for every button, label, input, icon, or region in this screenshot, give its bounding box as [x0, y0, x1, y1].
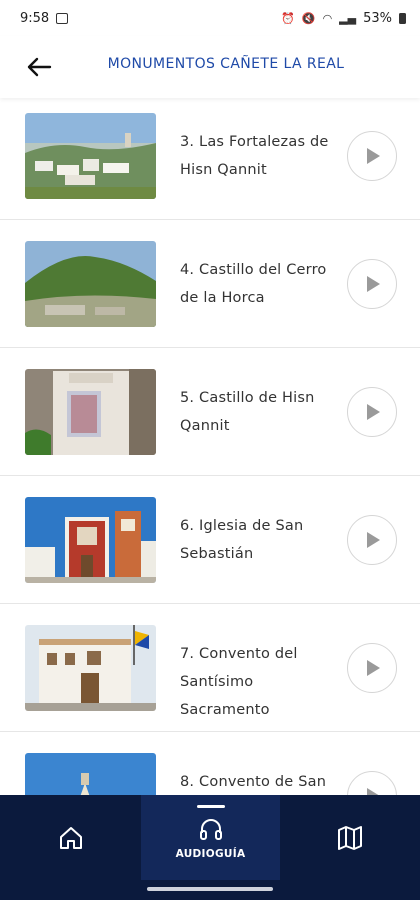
- status-bar: 9:58 ⏰ 🔇 ◠ ▂▄ 53%: [0, 0, 420, 36]
- list-item[interactable]: 4. Castillo del Cerro de la Horca: [0, 220, 420, 348]
- play-button[interactable]: [347, 515, 397, 565]
- play-icon: [367, 788, 380, 795]
- page-title: MONUMENTOS CAÑETE LA REAL: [107, 56, 345, 72]
- map-icon: [338, 825, 362, 850]
- list-item[interactable]: 5. Castillo de Hisn Qannit: [0, 348, 420, 476]
- status-left: 9:58: [20, 10, 69, 26]
- home-icon: [59, 826, 82, 849]
- monument-list[interactable]: 3. Las Fortalezas de Hisn Qannit 4. Cast…: [0, 98, 420, 795]
- monument-thumbnail: [25, 497, 156, 583]
- nav-map[interactable]: [280, 795, 420, 880]
- list-item[interactable]: 6. Iglesia de San Sebastián: [0, 476, 420, 604]
- headphones-icon: [199, 818, 222, 840]
- monument-thumbnail: [25, 369, 156, 455]
- item-title: 6. Iglesia de San Sebastián: [180, 518, 304, 562]
- gesture-area: [0, 880, 420, 900]
- mute-icon: 🔇: [301, 11, 316, 25]
- play-icon: [367, 276, 380, 292]
- play-button[interactable]: [347, 771, 397, 795]
- play-button[interactable]: [347, 131, 397, 181]
- item-title: 4. Castillo del Cerro de la Horca: [180, 262, 327, 306]
- play-icon: [367, 404, 380, 420]
- battery-icon: [399, 12, 406, 24]
- item-title: 5. Castillo de Hisn Qannit: [180, 390, 315, 434]
- nav-home[interactable]: [0, 795, 141, 880]
- play-icon: [367, 532, 380, 548]
- wifi-icon: ◠: [322, 11, 333, 25]
- list-item[interactable]: 3. Las Fortalezas de Hisn Qannit: [0, 98, 420, 220]
- monument-thumbnail: [25, 753, 156, 795]
- list-item[interactable]: 8. Convento de San: [0, 732, 420, 795]
- play-button[interactable]: [347, 643, 397, 693]
- status-time: 9:58: [20, 10, 50, 26]
- monument-thumbnail: [25, 113, 156, 199]
- item-title: 7. Convento del Santísimo Sacramento: [180, 646, 298, 718]
- battery-percent: 53%: [363, 10, 392, 26]
- monument-thumbnail: [25, 625, 156, 711]
- signal-icon: ▂▄: [339, 11, 357, 25]
- app-header: MONUMENTOS CAÑETE LA REAL: [0, 36, 420, 98]
- gesture-bar[interactable]: [147, 887, 273, 891]
- play-icon: [367, 148, 380, 164]
- alarm-icon: ⏰: [281, 11, 295, 25]
- nav-audioguia-label: AUDIOGUÍA: [175, 847, 246, 860]
- list-item[interactable]: 7. Convento del Santísimo Sacramento: [0, 604, 420, 732]
- monument-thumbnail: [25, 241, 156, 327]
- nav-audioguia[interactable]: AUDIOGUÍA: [141, 795, 280, 880]
- status-right: ⏰ 🔇 ◠ ▂▄ 53%: [281, 11, 406, 26]
- play-button[interactable]: [347, 259, 397, 309]
- gallery-notification-icon: [56, 12, 69, 24]
- bottom-nav: AUDIOGUÍA: [0, 795, 420, 880]
- active-indicator: [197, 805, 225, 808]
- item-title: 3. Las Fortalezas de Hisn Qannit: [180, 134, 329, 178]
- play-icon: [367, 660, 380, 676]
- item-title: 8. Convento de San: [180, 774, 327, 790]
- play-button[interactable]: [347, 387, 397, 437]
